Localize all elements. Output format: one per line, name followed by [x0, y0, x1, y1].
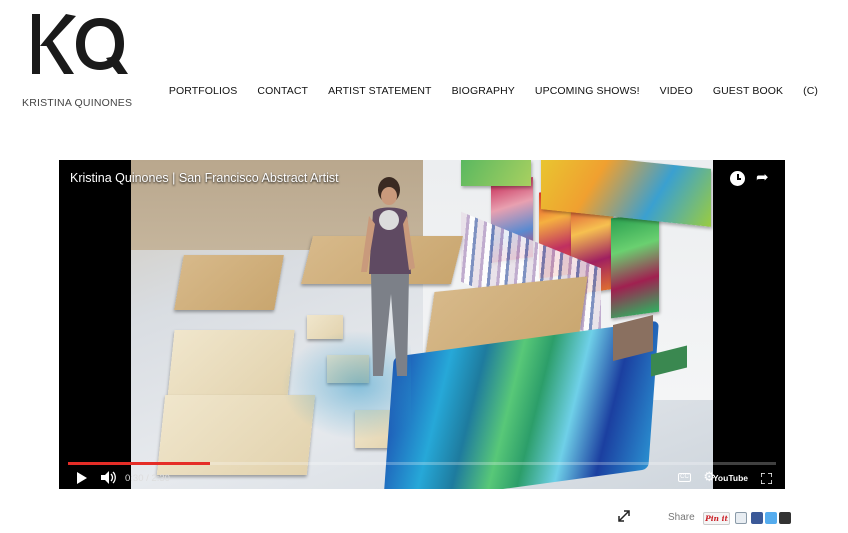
- nav-item-upcoming-shows[interactable]: UPCOMING SHOWS!: [535, 85, 640, 97]
- nav-item-biography[interactable]: BIOGRAPHY: [452, 85, 515, 97]
- time-display: 0:30 / 2:30: [125, 473, 170, 484]
- share-label: Share: [668, 512, 695, 523]
- video-title[interactable]: Kristina Quinones | San Francisco Abstra…: [70, 171, 339, 185]
- nav-item-contact[interactable]: CONTACT: [257, 85, 308, 97]
- nav-item-video[interactable]: VIDEO: [660, 85, 693, 97]
- share-icon[interactable]: ➦: [756, 169, 772, 187]
- nav-item-portfolios[interactable]: PORTFOLIOS: [169, 85, 238, 97]
- site-logo[interactable]: KRISTINA QUINONES: [22, 12, 134, 109]
- video-controls: 0:30 / 2:30 CC ⚙ YouTube: [59, 465, 785, 489]
- nav-item-guest-book[interactable]: GUEST BOOK: [713, 85, 783, 97]
- captions-button[interactable]: CC: [678, 473, 691, 482]
- youtube-logo[interactable]: YouTube: [713, 473, 748, 483]
- twitter-icon[interactable]: [765, 512, 777, 524]
- volume-icon[interactable]: [101, 471, 117, 484]
- nav-item-artist-statement[interactable]: ARTIST STATEMENT: [328, 85, 432, 97]
- main-nav: PORTFOLIOS CONTACT ARTIST STATEMENT BIOG…: [169, 85, 818, 97]
- artist-figure: [361, 177, 415, 376]
- watch-later-icon[interactable]: [730, 171, 745, 186]
- play-icon[interactable]: [77, 472, 87, 484]
- pinterest-button[interactable]: Pin it: [703, 512, 730, 525]
- kq-logo-mark: [32, 14, 128, 74]
- facebook-icon[interactable]: [751, 512, 763, 524]
- wood-panel: [174, 255, 284, 310]
- brand-name: KRISTINA QUINONES: [22, 97, 133, 109]
- email-icon[interactable]: [735, 512, 747, 524]
- wall-painting: [611, 211, 659, 319]
- video-player[interactable]: Kristina Quinones | San Francisco Abstra…: [59, 160, 785, 489]
- nav-item-copyright[interactable]: (C): [803, 85, 818, 97]
- video-frame[interactable]: [131, 160, 713, 489]
- white-panel: [167, 330, 295, 398]
- wall-painting: [461, 160, 531, 186]
- fullscreen-icon[interactable]: [761, 473, 772, 484]
- expand-icon[interactable]: [618, 510, 630, 522]
- addthis-icon[interactable]: [779, 512, 791, 524]
